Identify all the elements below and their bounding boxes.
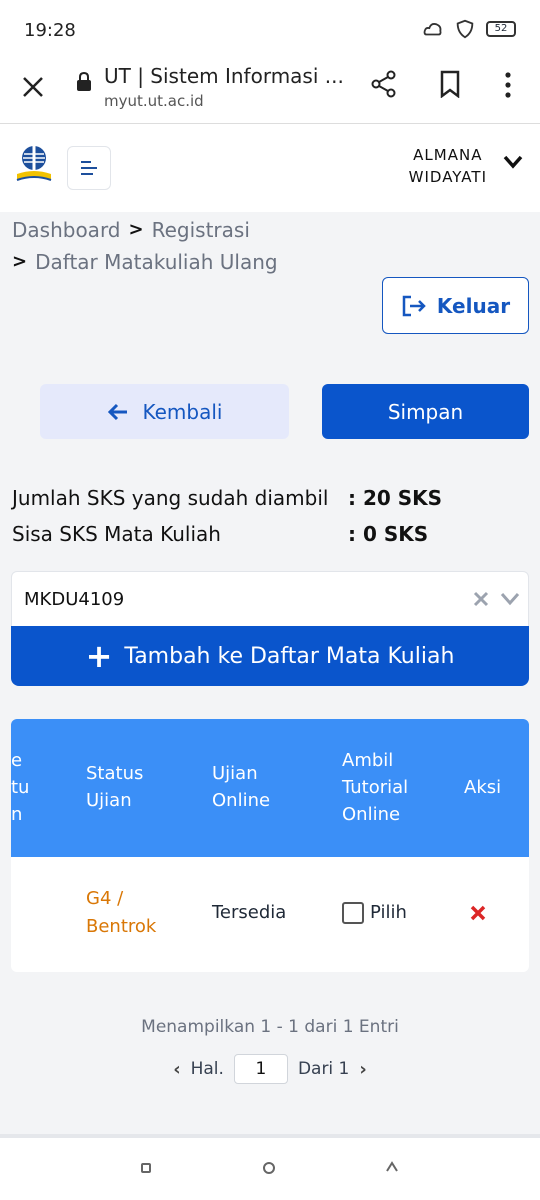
page-title[interactable]: UT | Sistem Informasi ... <box>104 64 344 88</box>
ujian-online-cell: Tersedia <box>212 902 287 923</box>
table-header: e tu n Status Ujian Ujian Online Ambil T… <box>11 719 529 857</box>
course-select[interactable]: MKDU4109 <box>11 571 529 627</box>
close-icon[interactable] <box>18 72 48 102</box>
chevron-left-icon[interactable]: ‹ <box>173 1059 180 1080</box>
cloud-icon <box>423 23 442 36</box>
menu-toggle-button[interactable] <box>67 146 111 190</box>
kembali-button[interactable]: Kembali <box>40 384 289 439</box>
user-name-line1: ALMANA <box>413 146 483 164</box>
status-ujian-cell: G4 / Bentrok <box>86 888 157 937</box>
course-table[interactable]: e tu n Status Ujian Ujian Online Ambil T… <box>11 719 529 972</box>
home-icon[interactable] <box>263 1162 275 1174</box>
pilih-label: Pilih <box>370 902 407 923</box>
more-vert-icon[interactable] <box>498 70 518 100</box>
keluar-button[interactable]: Keluar <box>382 277 529 334</box>
hal-label: Hal. <box>190 1059 224 1079</box>
recents-icon[interactable] <box>141 1163 151 1173</box>
chevron-down-icon[interactable] <box>500 592 520 606</box>
chevron-right-icon[interactable]: › <box>359 1059 366 1080</box>
table-header-ambil-tutorial: Ambil Tutorial Online <box>342 750 409 825</box>
menu-icon <box>81 161 97 175</box>
sks-remaining-value: : 0 SKS <box>348 522 429 546</box>
android-nav-bar <box>0 1138 540 1200</box>
status-icons: 52 <box>422 18 516 40</box>
tambah-button[interactable]: + Tambah ke Daftar Mata Kuliah <box>11 626 529 686</box>
course-select-value: MKDU4109 <box>24 589 125 610</box>
table-row: G4 / Bentrok Tersedia Pilih <box>11 857 529 972</box>
clear-icon[interactable] <box>472 590 490 608</box>
chevron-right-icon: > <box>12 251 28 272</box>
table-header-aksi: Aksi <box>464 777 502 798</box>
sks-remaining-label: Sisa SKS Mata Kuliah <box>12 522 221 546</box>
sks-summary: Jumlah SKS yang sudah diambil : 20 SKS S… <box>12 480 442 552</box>
user-name[interactable]: ALMANA WIDAYATI <box>409 144 487 188</box>
ut-logo-icon <box>16 146 52 181</box>
table-header-ujian-online: Ujian Online <box>212 763 271 811</box>
page-number-input[interactable] <box>233 1054 288 1084</box>
plus-icon: + <box>85 637 113 675</box>
kembali-label: Kembali <box>142 399 223 424</box>
dari-label: Dari 1 <box>297 1059 350 1079</box>
user-name-line2: WIDAYATI <box>408 168 487 186</box>
simpan-label: Simpan <box>387 399 464 424</box>
shield-icon <box>456 19 474 39</box>
app-header: ALMANA WIDAYATI <box>0 124 540 212</box>
table-header-partial: e tu n <box>11 750 30 825</box>
status-time: 19:28 <box>24 20 76 41</box>
lock-icon[interactable] <box>76 72 92 92</box>
page-url[interactable]: myut.ut.ac.id <box>104 92 204 110</box>
tambah-label: Tambah ke Daftar Mata Kuliah <box>124 643 455 669</box>
breadcrumb-registrasi[interactable]: Registrasi <box>152 214 250 246</box>
back-icon[interactable] <box>385 1160 399 1174</box>
breadcrumb: Dashboard > Registrasi > Daftar Matakuli… <box>12 214 278 278</box>
chevron-down-icon[interactable] <box>502 154 524 170</box>
battery-icon: 52 <box>486 21 516 37</box>
pagination: ‹ Hal. Dari 1 › <box>0 1054 540 1084</box>
keluar-label: Keluar <box>436 293 511 318</box>
breadcrumb-current: Daftar Matakuliah Ulang <box>35 250 278 274</box>
delete-icon[interactable] <box>469 904 487 922</box>
chevron-right-icon: > <box>128 219 144 240</box>
status-bar: 19:28 52 <box>0 0 540 60</box>
pagination-info: Menampilkan 1 - 1 dari 1 Entri <box>141 1017 399 1037</box>
logout-icon <box>402 295 426 316</box>
table-header-status-ujian: Status Ujian <box>86 763 144 811</box>
browser-toolbar: UT | Sistem Informasi ... myut.ut.ac.id <box>0 60 540 124</box>
arrow-left-icon <box>107 403 127 420</box>
sks-taken-label: Jumlah SKS yang sudah diambil <box>12 486 329 510</box>
simpan-button[interactable]: Simpan <box>322 384 529 439</box>
bookmark-icon[interactable] <box>438 70 462 98</box>
sks-taken-value: : 20 SKS <box>348 486 443 510</box>
breadcrumb-dashboard[interactable]: Dashboard <box>12 214 121 246</box>
pilih-checkbox-cell[interactable]: Pilih <box>342 899 407 927</box>
share-icon[interactable] <box>370 70 398 98</box>
pilih-checkbox[interactable] <box>342 902 364 924</box>
